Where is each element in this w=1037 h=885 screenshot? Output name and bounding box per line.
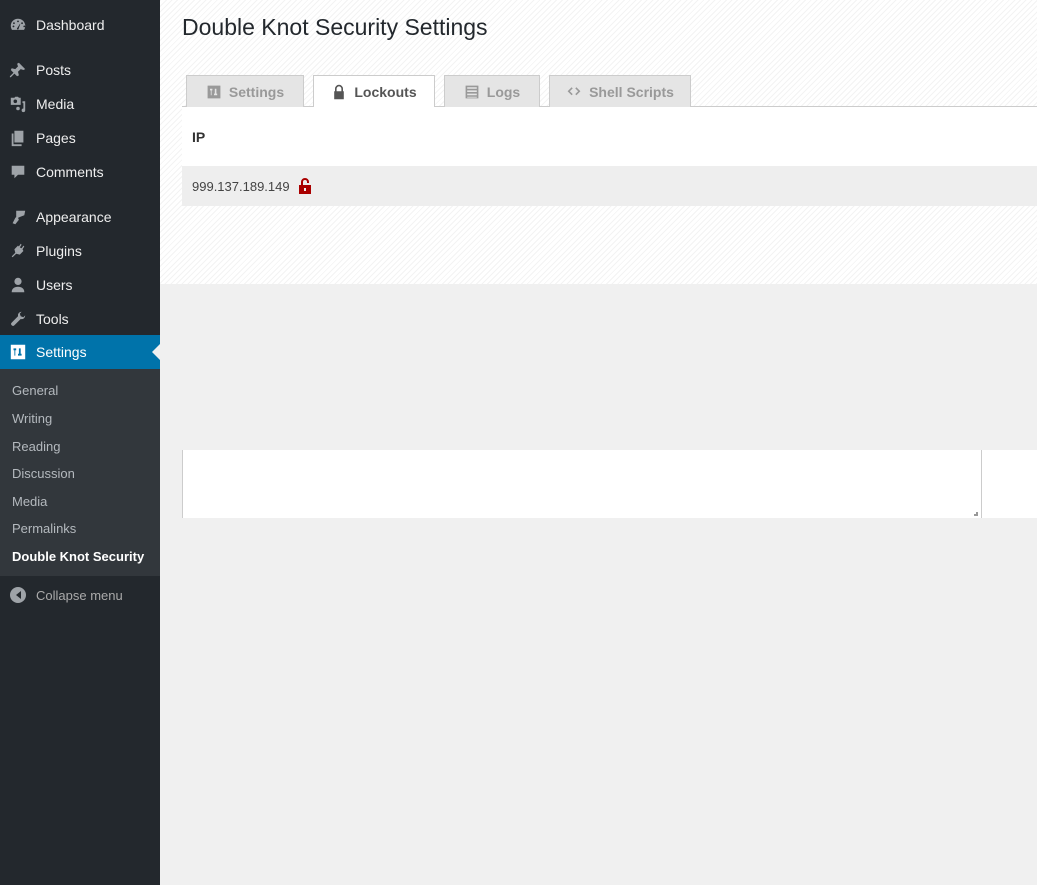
submenu-discussion[interactable]: Discussion [12, 466, 75, 481]
lock-icon [334, 84, 345, 100]
settings-sliders-icon [0, 343, 36, 361]
resize-handle[interactable] [974, 512, 978, 516]
sidebar-item-posts[interactable]: Posts [0, 53, 160, 87]
sidebar-item-users[interactable]: Users [0, 268, 160, 302]
sidebar-item-appearance[interactable]: Appearance [0, 200, 160, 234]
unlock-icon[interactable] [298, 178, 312, 194]
submenu-writing[interactable]: Writing [12, 411, 52, 426]
submenu-double-knot-security[interactable]: Double Knot Security [12, 549, 144, 564]
sidebar-item-label: Pages [36, 130, 76, 146]
table-row: 999.137.189.149 [182, 166, 1037, 206]
sidebar-item-label: Plugins [36, 243, 82, 259]
submenu-reading[interactable]: Reading [12, 439, 60, 454]
sidebar-item-comments[interactable]: Comments [0, 155, 160, 189]
sidebar-item-media[interactable]: Media [0, 87, 160, 121]
sidebar-item-pages[interactable]: Pages [0, 121, 160, 155]
collapse-menu-button[interactable]: Collapse menu [0, 580, 160, 610]
sidebar-item-label: Settings [36, 344, 87, 360]
code-icon [567, 86, 581, 95]
sidebar-item-label: Comments [36, 164, 104, 180]
main-content: Double Knot Security Settings Settings L… [160, 0, 1037, 284]
tab-shell-scripts[interactable]: Shell Scripts [549, 75, 691, 107]
lockouts-table: IP 999.137.189.149 [182, 107, 1037, 206]
sidebar-item-label: Appearance [36, 209, 112, 225]
ip-address: 999.137.189.149 [192, 178, 290, 194]
sidebar-item-label: Tools [36, 311, 69, 327]
sidebar-item-plugins[interactable]: Plugins [0, 234, 160, 268]
tab-bar: Settings Lockouts Logs Shell Scripts [182, 75, 1037, 108]
collapse-menu-label: Collapse menu [36, 587, 123, 603]
list-icon [465, 85, 479, 98]
plugin-icon [0, 242, 36, 260]
collapse-arrow-icon [10, 587, 26, 603]
submenu-permalinks[interactable]: Permalinks [12, 521, 76, 536]
page-title: Double Knot Security Settings [182, 14, 488, 40]
wrench-icon [0, 310, 36, 328]
sidebar-item-dashboard[interactable]: Dashboard [0, 8, 160, 42]
tab-logs[interactable]: Logs [444, 75, 540, 107]
tab-lockouts[interactable]: Lockouts [313, 75, 435, 108]
pages-icon [0, 129, 36, 147]
submenu-media[interactable]: Media [12, 494, 47, 509]
tab-label: Settings [228, 83, 285, 100]
paintbrush-icon [0, 208, 36, 226]
text-area[interactable] [182, 450, 982, 518]
column-header-ip: IP [182, 107, 1037, 166]
tab-label: Lockouts [354, 84, 417, 100]
comment-icon [0, 163, 36, 181]
panel-edge [982, 450, 1037, 518]
settings-submenu: General Writing Reading Discussion Media… [0, 369, 160, 576]
tab-settings[interactable]: Settings [186, 75, 304, 107]
sidebar-item-tools[interactable]: Tools [0, 302, 160, 336]
dashboard-icon [0, 16, 36, 34]
settings-sliders-icon [207, 85, 221, 98]
tab-label: Shell Scripts [589, 83, 674, 100]
tab-label: Logs [486, 83, 521, 100]
sidebar-item-label: Dashboard [36, 17, 105, 33]
pushpin-icon [0, 61, 36, 79]
sidebar-item-label: Media [36, 96, 75, 112]
sidebar-item-settings[interactable]: Settings [0, 335, 160, 369]
sidebar-item-label: Users [36, 277, 73, 293]
sidebar-item-label: Posts [36, 62, 72, 78]
submenu-general[interactable]: General [12, 383, 58, 398]
media-icon [0, 95, 36, 113]
user-icon [0, 276, 36, 294]
admin-sidebar: Dashboard Posts Media Pages Comments App… [0, 0, 160, 885]
